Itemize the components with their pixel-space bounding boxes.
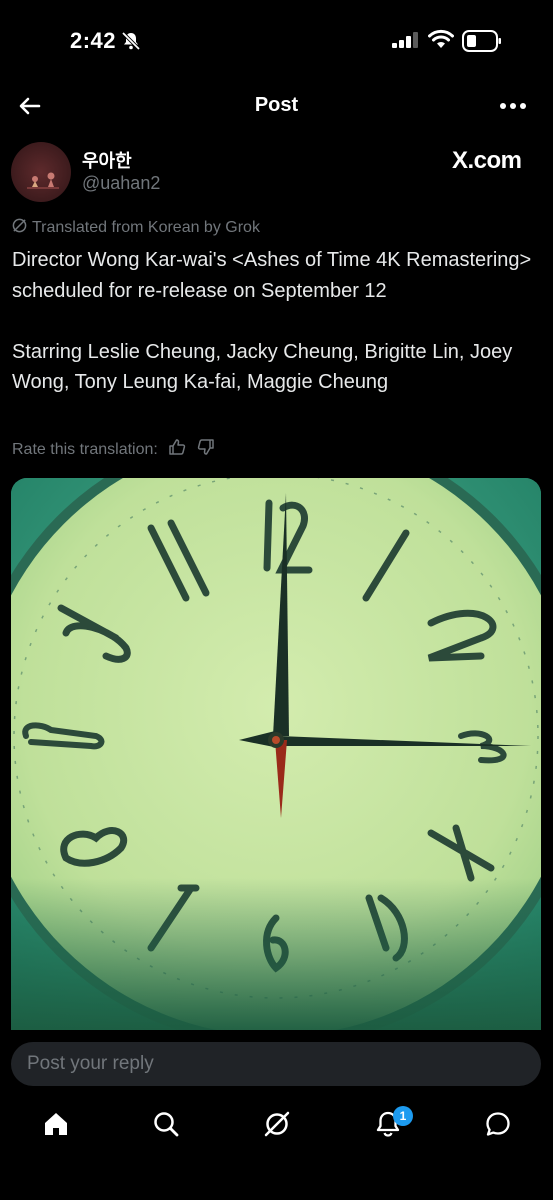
post-paragraph: Starring Leslie Cheung, Jacky Cheung, Br…	[12, 340, 513, 394]
thumbs-down-icon[interactable]	[196, 437, 216, 462]
reply-area: Post your reply	[0, 1030, 553, 1200]
grok-icon	[12, 218, 27, 238]
translation-notice-text: Translated from Korean by Grok	[32, 219, 260, 236]
page-title: Post	[254, 94, 299, 116]
thumbs-up-icon[interactable]	[167, 437, 187, 462]
post-image[interactable]	[11, 478, 541, 1038]
author-handle[interactable]: @uahan2	[82, 173, 160, 194]
translation-notice: Translated from Korean by Grok	[12, 218, 260, 238]
post-paragraph: Director Wong Kar-wai's <Ashes of Time 4…	[12, 249, 532, 302]
avatar[interactable]	[11, 142, 71, 202]
rate-translation-label: Rate this translation:	[12, 440, 158, 458]
reply-input[interactable]: Post your reply	[11, 1042, 541, 1086]
cellular-signal-icon	[392, 32, 420, 53]
rate-translation: Rate this translation:	[12, 437, 216, 462]
post-text: Director Wong Kar-wai's <Ashes of Time 4…	[12, 245, 542, 398]
home-icon[interactable]	[42, 1110, 70, 1143]
status-time: 2:42	[70, 28, 117, 53]
top-bar: Post	[0, 80, 553, 132]
bottom-nav	[0, 1104, 553, 1154]
search-icon[interactable]	[152, 1110, 180, 1143]
bell-off-icon	[121, 31, 141, 56]
author-display-name[interactable]: 우아한	[82, 147, 132, 173]
grok-icon[interactable]	[263, 1110, 291, 1143]
wifi-icon	[428, 29, 454, 54]
messages-icon[interactable]	[484, 1110, 512, 1143]
more-options-icon[interactable]	[499, 98, 527, 116]
xcom-watermark: X.com	[452, 147, 522, 174]
battery-icon	[462, 30, 502, 57]
status-bar: 2:42	[0, 0, 553, 80]
notification-badge: 1	[393, 1106, 413, 1126]
